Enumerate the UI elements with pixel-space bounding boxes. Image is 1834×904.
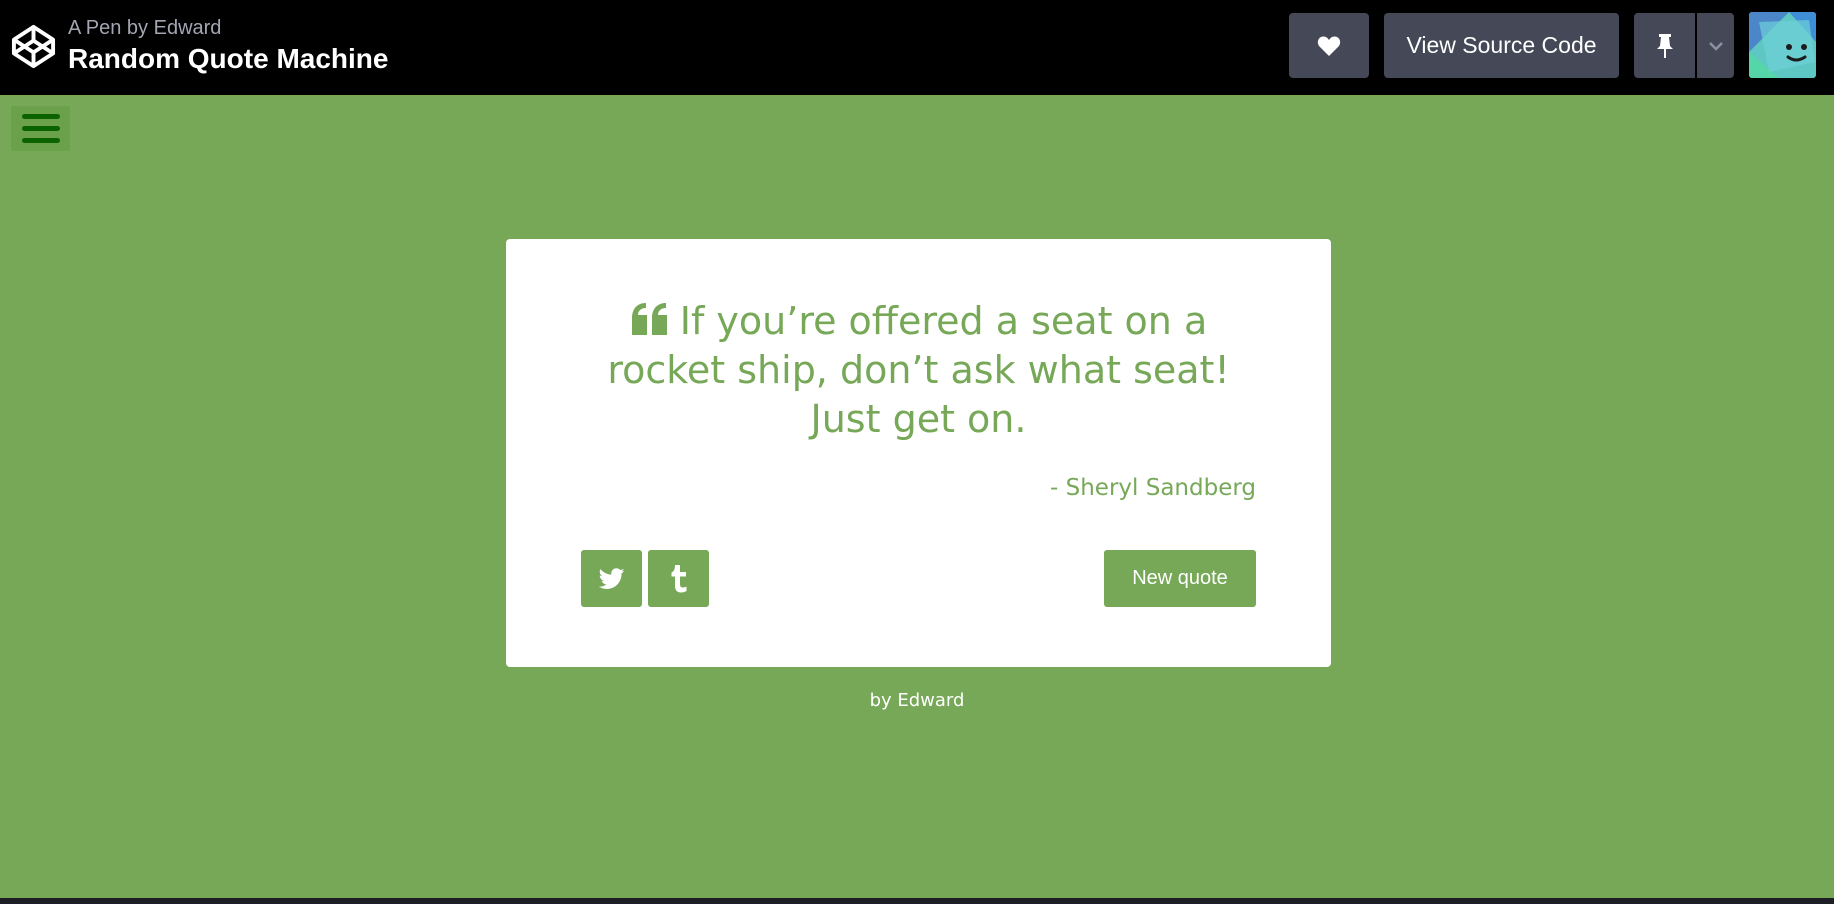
new-quote-button[interactable]: New quote: [1104, 550, 1256, 607]
pen-title: Random Quote Machine: [68, 43, 389, 74]
user-avatar[interactable]: [1749, 12, 1816, 78]
avatar-image: [1749, 12, 1816, 78]
menu-bar: [22, 138, 60, 143]
view-source-button[interactable]: View Source Code: [1384, 13, 1619, 78]
quote-author: - Sheryl Sandberg: [1050, 475, 1256, 501]
footer-by-label: by: [869, 690, 898, 711]
menu-button[interactable]: [11, 106, 70, 151]
pen-header: A Pen by Edward Random Quote Machine Vie…: [0, 0, 1834, 95]
menu-bar: [22, 126, 60, 131]
heart-icon: [1317, 35, 1341, 56]
twitter-icon: [598, 567, 624, 589]
tumblr-icon: [671, 564, 686, 592]
tweet-quote-button[interactable]: [581, 550, 642, 607]
footer-author-link[interactable]: Edward: [897, 690, 964, 711]
quote-left-icon: [631, 303, 667, 335]
bottom-edge: [0, 898, 1834, 904]
pin-options-button[interactable]: [1697, 13, 1734, 78]
pin-button[interactable]: [1634, 13, 1695, 78]
chevron-down-icon: [1708, 41, 1723, 51]
menu-bar: [22, 114, 60, 119]
tumblr-quote-button[interactable]: [648, 550, 709, 607]
pin-icon: [1656, 33, 1673, 58]
like-button[interactable]: [1289, 13, 1369, 78]
quote-body: If you’re offered a seat on a rocket shi…: [607, 299, 1230, 441]
codepen-logo-icon[interactable]: [10, 23, 57, 70]
footer-credit: by Edward: [0, 690, 1834, 711]
quote-box: If you’re offered a seat on a rocket shi…: [506, 239, 1331, 667]
pen-author-line[interactable]: A Pen by Edward: [68, 17, 221, 40]
quote-text: If you’re offered a seat on a rocket shi…: [601, 297, 1236, 444]
